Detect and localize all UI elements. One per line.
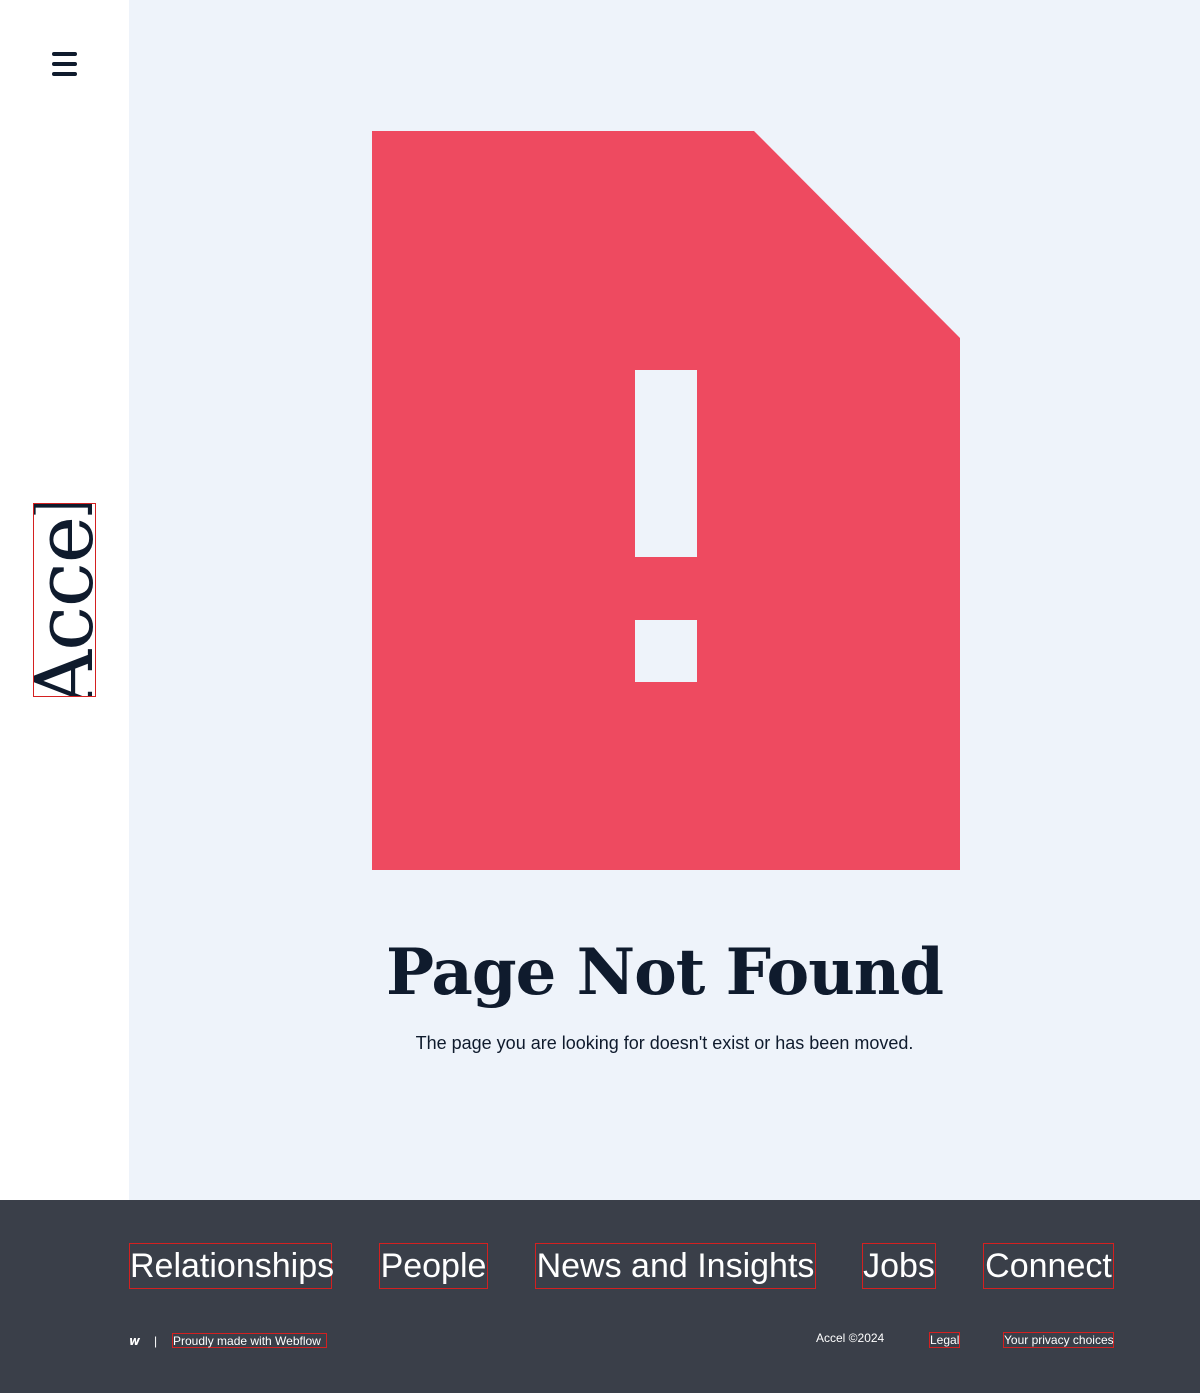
legal-link[interactable]: Legal xyxy=(929,1332,960,1348)
privacy-choices-link[interactable]: Your privacy choices xyxy=(1003,1332,1114,1348)
exclamation-bar xyxy=(635,370,697,557)
footer-link-people[interactable]: People xyxy=(379,1243,488,1289)
footer-link-jobs[interactable]: Jobs xyxy=(862,1243,936,1289)
footer-separator: | xyxy=(154,1334,158,1348)
error-message: The page you are looking for doesn't exi… xyxy=(415,1033,914,1053)
menu-bar-top xyxy=(52,52,77,56)
made-with-webflow-link[interactable]: Proudly made with Webflow xyxy=(172,1333,327,1348)
exclamation-dot xyxy=(635,620,697,682)
menu-bar-middle xyxy=(52,62,77,66)
sidebar: Accel xyxy=(0,0,129,1200)
footer-link-connect[interactable]: Connect xyxy=(983,1243,1114,1289)
main-content: Page Not Found The page you are looking … xyxy=(129,0,1200,1200)
page-title: Page Not Found xyxy=(385,935,944,1010)
accel-logo-link[interactable]: Accel xyxy=(33,503,96,697)
footer: Relationships People News and Insights J… xyxy=(0,1200,1200,1393)
footer-link-relationships[interactable]: Relationships xyxy=(129,1243,334,1289)
menu-bar-bottom xyxy=(52,72,77,76)
hamburger-menu-icon[interactable] xyxy=(52,52,77,76)
footer-link-news-and-insights[interactable]: News and Insights xyxy=(535,1243,816,1289)
accel-logo-text: Accel xyxy=(33,503,96,697)
file-exclamation-icon xyxy=(372,131,960,870)
webflow-logo-icon: w xyxy=(129,1334,141,1348)
copyright-text: Accel ©2024 xyxy=(816,1331,885,1345)
